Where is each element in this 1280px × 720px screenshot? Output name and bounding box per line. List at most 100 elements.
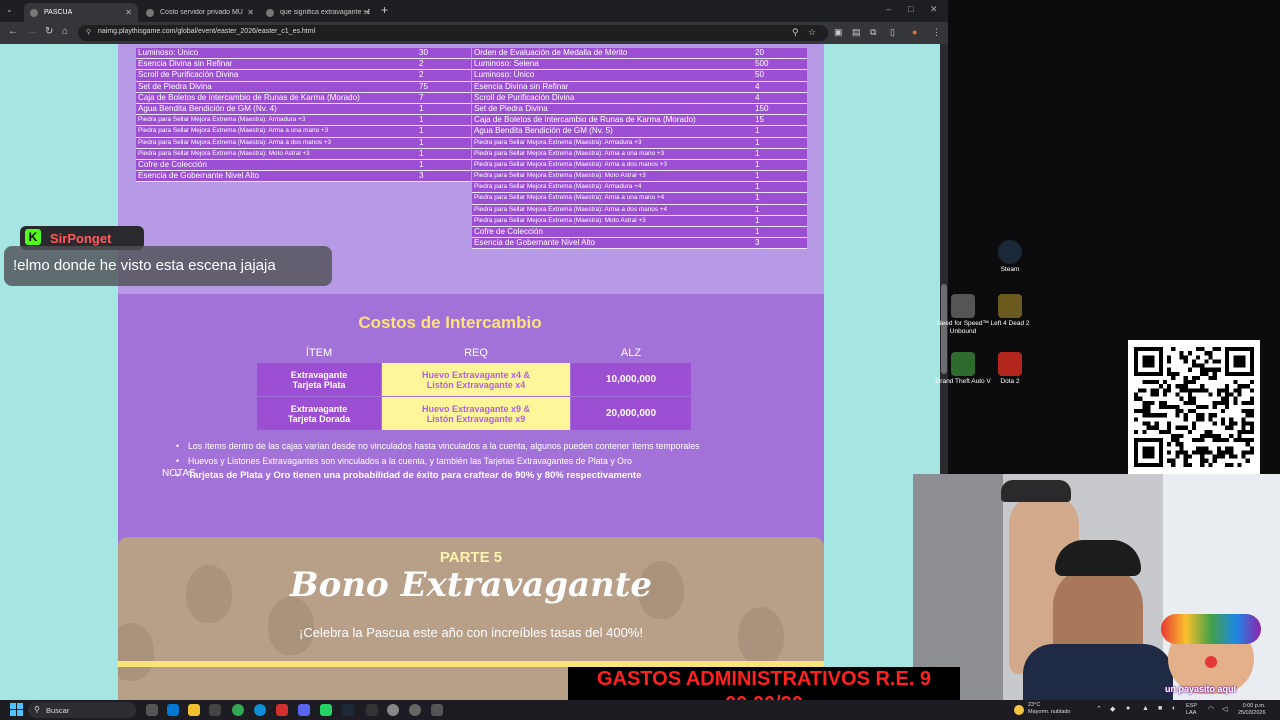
steam-icon — [998, 240, 1022, 264]
reward-row: Esencia de Gobernante Nivel Alto 3 — [136, 171, 471, 183]
store-icon[interactable] — [209, 704, 221, 716]
address-bar[interactable]: ⚲ naimg.playthisgame.com/global/event/ea… — [78, 25, 828, 41]
reward-item: Piedra para Sellar Mejora Extrema (Maest… — [138, 127, 329, 135]
steam-taskbar-icon[interactable] — [342, 704, 354, 716]
reward-row: Piedra para Sellar Mejora Extrema (Maest… — [472, 215, 807, 227]
reward-row: Agua Bendita Bendición de GM (Nv. 4) 1 — [136, 103, 471, 116]
close-icon[interactable]: ✕ — [125, 8, 132, 17]
chrome-icon[interactable] — [232, 704, 244, 716]
minimize-icon[interactable]: – — [886, 4, 891, 14]
tab-costo-servidor[interactable]: Costo servidor privado MU ✕ — [140, 3, 260, 22]
new-tab-icon[interactable]: + — [381, 3, 388, 17]
reward-row: Luminoso: Selena 500 — [472, 59, 807, 71]
windows-start-icon[interactable] — [10, 703, 23, 716]
wifi-icon[interactable]: ◠ — [1208, 705, 1214, 713]
reward-item: Piedra para Sellar Mejora Extrema (Maest… — [474, 138, 642, 146]
reward-item: Piedra para Sellar Mejora Extrema (Maest… — [474, 149, 665, 157]
discord-icon[interactable] — [298, 704, 310, 716]
close-icon[interactable]: ✕ — [363, 8, 370, 17]
back-icon[interactable]: ← — [8, 26, 18, 37]
volume-icon[interactable]: ◁ — [1222, 705, 1227, 713]
extension-icon[interactable]: ▤ — [852, 27, 861, 38]
reward-row: Piedra para Sellar Mejora Extrema (Maest… — [472, 148, 807, 160]
task-view-icon[interactable] — [146, 704, 158, 716]
desktop-icon-steam[interactable]: Steam — [980, 240, 1040, 274]
tab-bar: ⌄ PASCUA ✕ Costo servidor privado MU ✕ q… — [0, 0, 948, 22]
whatsapp-icon[interactable] — [320, 704, 332, 716]
tray-app-icon[interactable]: ● — [1126, 705, 1130, 712]
tray-app-icon[interactable]: ◐ — [1172, 705, 1176, 712]
extensions-puzzle-icon[interactable]: ⧉ — [870, 27, 876, 38]
sidebar-icon[interactable]: ▯ — [890, 27, 895, 38]
app-icon[interactable] — [431, 704, 443, 716]
browser-window: ⌄ PASCUA ✕ Costo servidor privado MU ✕ q… — [0, 0, 948, 700]
reward-qty: 50 — [755, 70, 765, 80]
close-icon[interactable]: ✕ — [247, 8, 254, 17]
reward-qty: 1 — [755, 227, 760, 236]
reload-icon[interactable]: ↻ — [45, 26, 53, 37]
reward-qty: 1 — [419, 126, 424, 136]
window-close-icon[interactable]: ✕ — [930, 4, 938, 15]
tray-app-icon[interactable]: ■ — [1158, 705, 1162, 712]
language-indicator[interactable]: ESP LAA — [1186, 703, 1197, 717]
edge-icon[interactable] — [254, 704, 266, 716]
bookmark-star-icon[interactable]: ☆ — [808, 27, 816, 38]
reward-row: Piedra para Sellar Mejora Extrema (Maest… — [136, 148, 471, 160]
reward-qty: 150 — [755, 103, 769, 113]
taskbar: ⚲ Buscar 23°C Mayorm. nublado ⌃ ◆ ● ▲ ■ … — [0, 700, 1280, 720]
exchange-alz: 10,000,000 — [571, 363, 691, 396]
chevron-up-icon[interactable]: ⌃ — [1096, 705, 1102, 713]
tab-title: Costo servidor privado MU — [160, 9, 243, 16]
qr-code — [1128, 340, 1260, 474]
app-icon[interactable] — [276, 704, 288, 716]
header-alz: ALZ — [620, 347, 642, 359]
app-icon[interactable] — [366, 704, 378, 716]
exchange-req: Huevo Extravagante x4 & Listón Extravagan… — [382, 363, 570, 396]
weather-widget[interactable]: 23°C Mayorm. nublado — [1014, 702, 1071, 716]
exchange-item: Extravagante Tarjeta Dorada — [257, 397, 381, 430]
nfs-icon — [951, 294, 975, 318]
taskbar-search[interactable]: ⚲ Buscar — [28, 702, 136, 718]
taskbar-clock[interactable]: 0:00 p.m. 25/03/2026 — [1238, 703, 1266, 717]
tray-app-icon[interactable]: ◆ — [1110, 705, 1115, 713]
tab-extravagante[interactable]: que significa extravagante - Bu ✕ — [260, 3, 376, 22]
obs-icon[interactable] — [409, 704, 421, 716]
dota-icon — [998, 352, 1022, 376]
bonus-subtitle: ¡Celebra la Pascua este año con increíbl… — [299, 625, 643, 640]
file-explorer-icon[interactable] — [188, 704, 200, 716]
profile-avatar-icon[interactable]: ● — [912, 27, 917, 37]
reward-row: Orden de Evaluación de Medalla de Mérito… — [472, 48, 807, 60]
copilot-icon[interactable] — [167, 704, 179, 716]
reward-row: Cofre de Colección 1 — [472, 227, 807, 239]
chat-message: !elmo donde he visto esta escena jajaja — [4, 246, 332, 286]
reward-row: Set de Piedra Divina 150 — [472, 103, 807, 116]
desktop-icon-dota[interactable]: Dota 2 — [980, 352, 1040, 386]
note-item: • Huevos y Listones Extravagantes son vin… — [176, 456, 632, 466]
header-req: REQ — [464, 347, 488, 359]
site-info-icon[interactable]: ⚲ — [86, 28, 91, 36]
forward-icon[interactable]: → — [27, 26, 37, 37]
qr-code-image — [1134, 347, 1254, 467]
extension-icon[interactable]: ▣ — [834, 27, 843, 38]
reward-qty: 2 — [419, 59, 424, 69]
maximize-icon[interactable]: □ — [908, 4, 913, 14]
reward-item: Esencia de Gobernante Nivel Alto — [138, 171, 260, 181]
exchange-req: Huevo Extravagante x9 & Listón Extravagan… — [382, 397, 570, 430]
weather-desc: Mayorm. nublado — [1028, 709, 1071, 715]
reward-row: Piedra para Sellar Mejora Extrema (Maest… — [472, 182, 807, 194]
zoom-icon[interactable]: ⚲ — [792, 27, 799, 38]
reward-item: Orden de Evaluación de Medalla de Mérito — [474, 48, 628, 57]
reward-row: Set de Piedra Divina 75 — [136, 81, 471, 93]
home-icon[interactable]: ⌂ — [62, 26, 68, 37]
tab-pascua[interactable]: PASCUA ✕ — [24, 3, 138, 22]
clown-caption: un payasito aquí — [1165, 684, 1237, 694]
reward-row: Piedra para Sellar Mejora Extrema (Maest… — [472, 137, 807, 149]
desktop-icon-l4d2[interactable]: Left 4 Dead 2 — [980, 294, 1040, 328]
reward-qty: 1 — [755, 171, 760, 181]
browser-menu-icon[interactable]: ⋮ — [932, 27, 941, 38]
app-icon[interactable] — [387, 704, 399, 716]
reward-qty: 30 — [419, 48, 429, 57]
tab-search-icon[interactable]: ⌄ — [6, 5, 13, 14]
reward-qty: 1 — [755, 148, 760, 158]
tray-app-icon[interactable]: ▲ — [1142, 705, 1149, 712]
